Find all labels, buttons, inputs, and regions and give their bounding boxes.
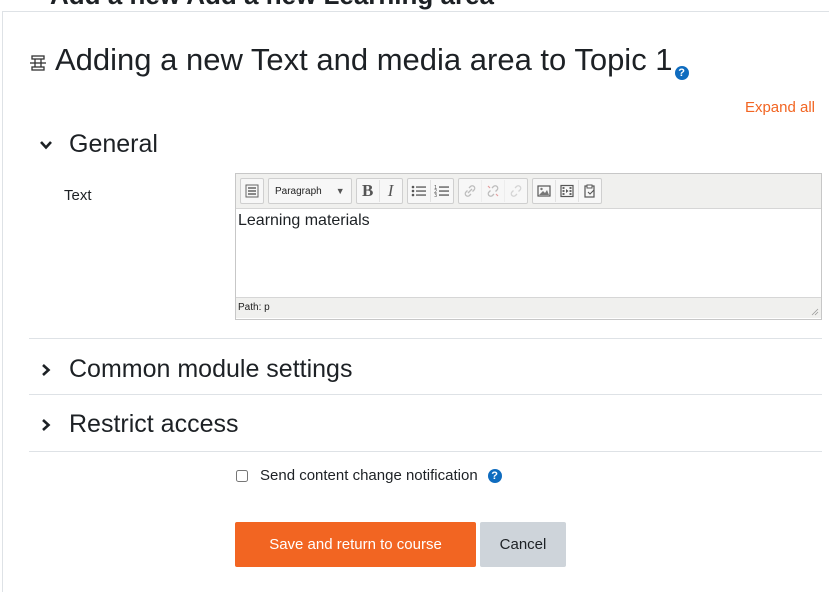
notify-checkbox[interactable] [236, 469, 248, 482]
link-icon [464, 185, 475, 197]
page-title: Adding a new Text and media area to Topi… [55, 42, 673, 77]
save-and-return-button[interactable]: Save and return to course [235, 522, 476, 567]
block-format-value: Paragraph [275, 185, 322, 197]
link-button[interactable] [459, 180, 481, 202]
page-heading: Adding a new Text and media area to Topi… [29, 40, 689, 80]
section-divider [29, 394, 822, 395]
section-common-module-label: Common module settings [69, 355, 353, 383]
toolbar-group-toggle [240, 178, 264, 204]
text-field-label: Text [64, 187, 92, 204]
editor-path: Path: p [238, 302, 270, 313]
help-icon[interactable]: ? [674, 66, 689, 80]
section-general-label: General [69, 130, 158, 158]
toolbar-group-links [457, 178, 528, 204]
section-restrict-access-toggle[interactable]: Restrict access [39, 410, 238, 439]
insert-media-button[interactable] [554, 180, 578, 202]
insert-image-button[interactable] [533, 180, 555, 202]
toolbar-toggle-icon [245, 184, 259, 198]
auto-link-button[interactable] [503, 180, 527, 202]
chevron-down-icon [40, 140, 52, 149]
editor-status-bar: Path: p [236, 297, 821, 318]
bullet-list-icon [411, 185, 426, 197]
image-icon [537, 185, 551, 197]
section-divider [29, 451, 822, 452]
unlink-button[interactable] [480, 180, 504, 202]
notify-label: Send content change notification [260, 467, 478, 484]
cancel-button[interactable]: Cancel [480, 522, 566, 567]
manage-files-icon [584, 184, 595, 198]
toolbar-group-media [531, 178, 602, 204]
top-cropped-heading-text: Add a new Add a new Learning area [50, 0, 494, 11]
text-editor: Paragraph ▼ B I 1 2 3 Learning materials… [235, 173, 822, 320]
editor-content-area[interactable]: Learning materials [236, 209, 821, 297]
italic-button[interactable]: I [378, 180, 402, 202]
select-caret-icon: ▼ [335, 186, 345, 196]
section-common-module-toggle[interactable]: Common module settings [39, 355, 352, 384]
toolbar-group-format: B I [355, 178, 403, 204]
chevron-right-icon [42, 418, 51, 431]
help-icon[interactable]: ? [487, 468, 502, 483]
editor-toolbar: Paragraph ▼ B I 1 2 3 [236, 174, 821, 209]
bold-button[interactable]: B [357, 180, 379, 202]
section-general-toggle[interactable]: General [39, 130, 158, 159]
section-restrict-access-label: Restrict access [69, 410, 239, 438]
manage-files-button[interactable] [577, 180, 601, 202]
media-icon [560, 184, 574, 198]
block-format-select[interactable]: Paragraph ▼ [268, 178, 352, 204]
numbered-list-button[interactable]: 1 2 3 [429, 180, 453, 202]
toolbar-toggle-button[interactable] [241, 180, 263, 202]
toolbar-group-lists: 1 2 3 [406, 178, 454, 204]
auto-link-icon [510, 185, 521, 197]
chevron-right-icon [42, 363, 51, 376]
bullet-list-button[interactable] [408, 180, 430, 202]
section-divider [29, 338, 822, 339]
unlink-icon [487, 185, 499, 197]
resize-handle-icon[interactable] [811, 308, 819, 316]
svg-text:3: 3 [434, 193, 437, 198]
expand-all-link[interactable]: Expand all [745, 99, 815, 116]
notify-option: Send content change notification ? [236, 467, 502, 484]
numbered-list-icon: 1 2 3 [434, 185, 449, 198]
text-media-area-icon [30, 55, 46, 71]
